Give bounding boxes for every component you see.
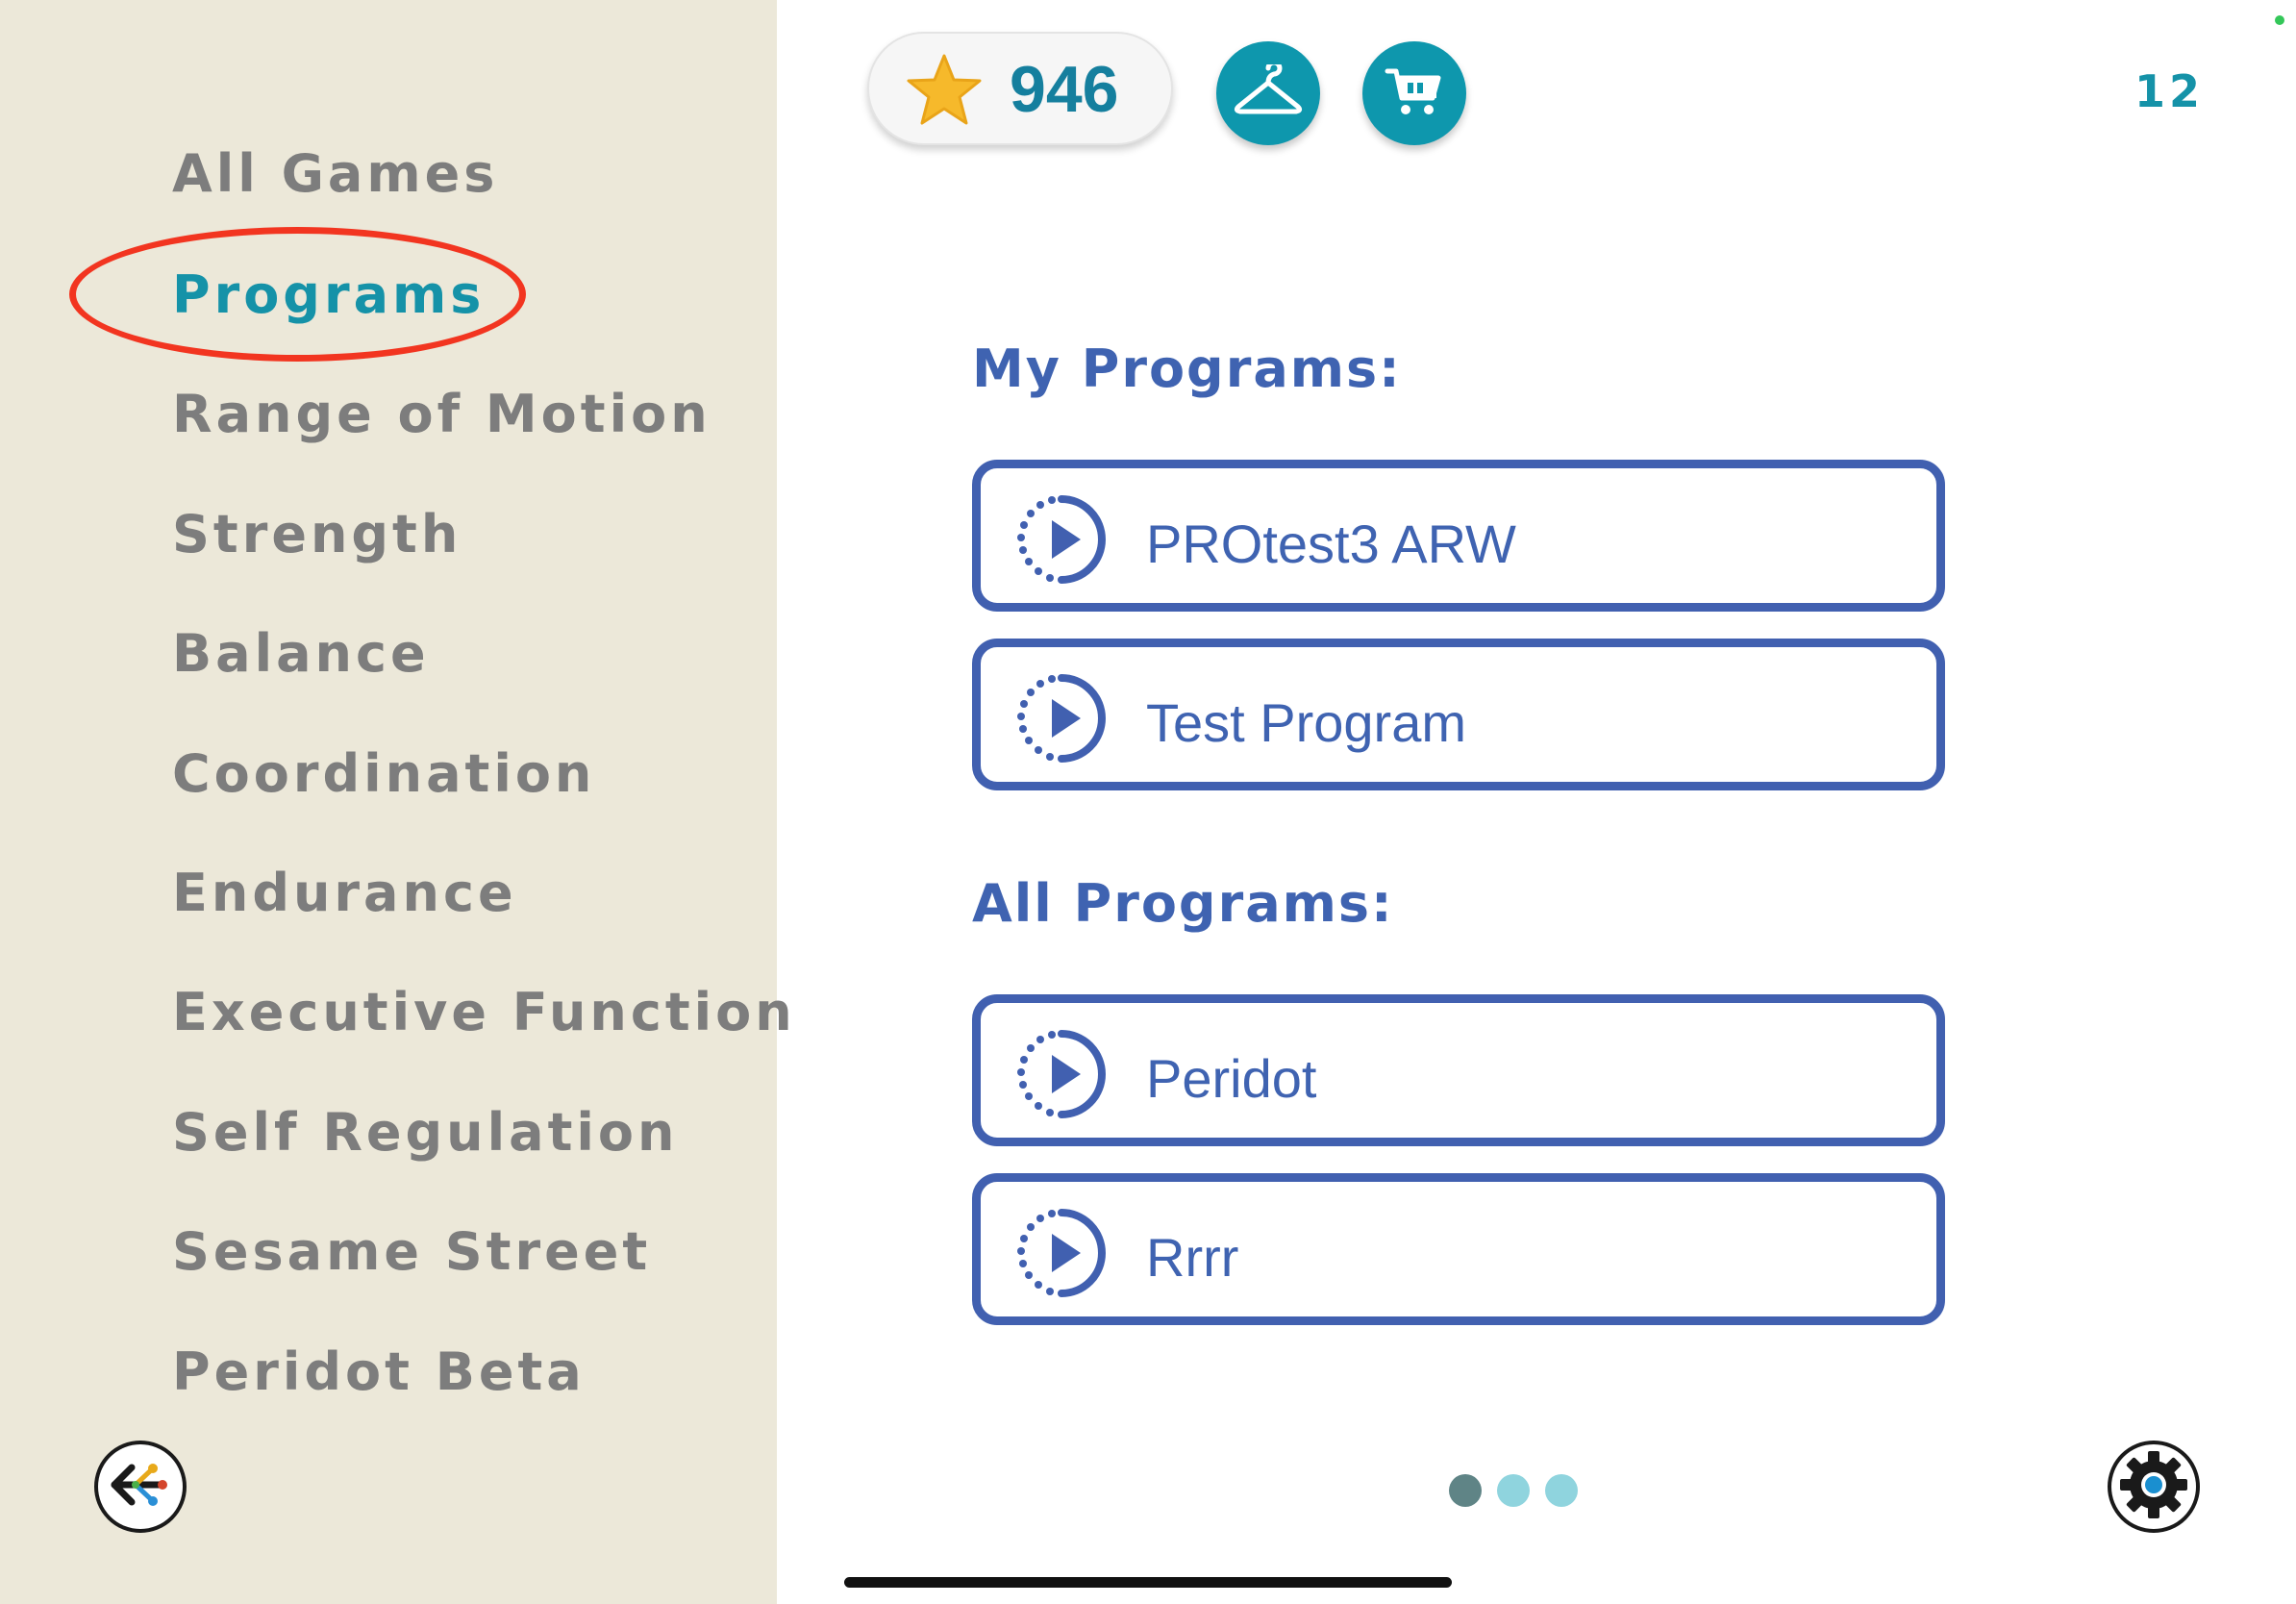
settings-button[interactable] [2108, 1441, 2200, 1533]
status-dot [2275, 15, 2284, 25]
hanger-icon [1234, 60, 1303, 123]
sidebar-item-sesame-street[interactable]: Sesame Street [172, 1218, 651, 1286]
sidebar-item-all-games[interactable]: All Games [172, 140, 498, 208]
program-card[interactable]: Peridot [972, 994, 1945, 1146]
star-icon [906, 53, 983, 133]
cart-icon [1385, 63, 1444, 124]
program-card[interactable]: PROtest3 ARW [972, 460, 1945, 612]
sidebar: All Games Programs Range of Motion Stren… [0, 0, 792, 1604]
sidebar-item-self-regulation[interactable]: Self Regulation [172, 1099, 678, 1166]
play-progress-icon [1015, 1207, 1108, 1299]
sidebar-item-programs[interactable]: Programs [172, 262, 485, 329]
stars-counter[interactable]: 946 [867, 32, 1173, 145]
program-label: PROtest3 ARW [1146, 514, 1516, 574]
sidebar-item-range-of-motion[interactable]: Range of Motion [172, 381, 711, 448]
program-label: Test Program [1146, 692, 1466, 753]
program-card[interactable]: Rrrr [972, 1173, 1945, 1325]
sidebar-item-executive-function[interactable]: Executive Function [172, 979, 796, 1046]
my-programs-title: My Programs: [972, 338, 1402, 399]
play-progress-icon [1015, 493, 1108, 586]
page-dot-2[interactable] [1497, 1474, 1530, 1507]
gear-icon [2117, 1448, 2190, 1526]
play-progress-icon [1015, 672, 1108, 764]
page-dot-3[interactable] [1545, 1474, 1578, 1507]
page-indicator [1449, 1474, 1578, 1507]
home-indicator[interactable] [844, 1577, 1452, 1588]
sidebar-item-peridot-beta[interactable]: Peridot Beta [172, 1339, 586, 1406]
page-dot-1[interactable] [1449, 1474, 1482, 1507]
exit-arrow-icon [103, 1447, 178, 1527]
store-button[interactable] [1362, 41, 1466, 145]
wardrobe-button[interactable] [1216, 41, 1320, 145]
program-label: Rrrr [1146, 1227, 1239, 1288]
program-label: Peridot [1146, 1048, 1317, 1109]
stars-count: 946 [1010, 53, 1119, 126]
sidebar-item-endurance[interactable]: Endurance [172, 860, 517, 927]
level-indicator: 12 [2134, 65, 2204, 117]
sidebar-item-balance[interactable]: Balance [172, 620, 430, 688]
play-progress-icon [1015, 1028, 1108, 1120]
sidebar-item-coordination[interactable]: Coordination [172, 740, 595, 808]
all-programs-title: All Programs: [972, 873, 1394, 934]
exit-button[interactable] [94, 1441, 187, 1533]
sidebar-item-strength[interactable]: Strength [172, 501, 462, 568]
program-card[interactable]: Test Program [972, 639, 1945, 790]
